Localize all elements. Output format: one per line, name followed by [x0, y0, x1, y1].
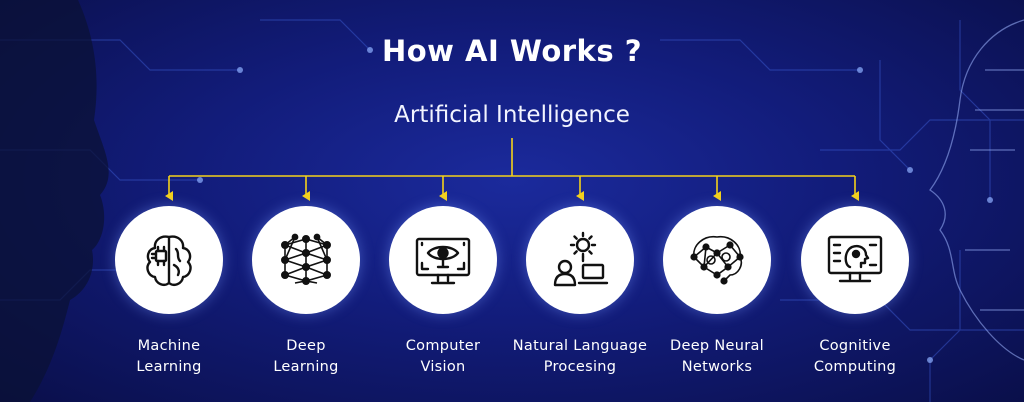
node-label-line: Computer	[405, 338, 481, 354]
node-cognitive-computing	[801, 206, 909, 314]
node-label: Deep Neural Networks	[637, 336, 797, 378]
node-label-line: Networks	[681, 359, 753, 375]
node-label-line: Vision	[420, 359, 466, 375]
node-label-line: Machine	[137, 338, 201, 354]
monitor-head-icon	[827, 235, 883, 283]
node-label: Computer Vision	[363, 336, 523, 378]
node-label-line: Deep Neural	[670, 338, 764, 354]
brain-chip-icon	[146, 235, 192, 286]
node-deep-learning	[252, 206, 360, 314]
node-label-line: Cognitive	[819, 338, 891, 354]
node-computer-vision	[389, 206, 497, 314]
network-mesh-icon	[281, 233, 331, 285]
node-deep-neural-networks	[663, 206, 771, 314]
node-label: Cognitive Computing	[775, 336, 935, 378]
node-label-line: Natural Language	[512, 338, 648, 354]
node-label-line: Computing	[813, 359, 897, 375]
node-label: Natural Language Procesing	[500, 336, 660, 378]
node-label-line: Learning	[273, 359, 339, 375]
node-natural-language-procesing	[526, 206, 634, 314]
node-label: Deep Learning	[226, 336, 386, 378]
node-label-line: Procesing	[543, 359, 617, 375]
gear-person-laptop-icon	[553, 231, 609, 287]
node-label: Machine Learning	[89, 336, 249, 378]
node-machine-learning	[115, 206, 223, 314]
node-label-line: Learning	[136, 359, 202, 375]
node-label-line: Deep	[286, 338, 326, 354]
neural-brain-gears-icon	[690, 235, 744, 285]
monitor-eye-icon	[415, 237, 471, 285]
